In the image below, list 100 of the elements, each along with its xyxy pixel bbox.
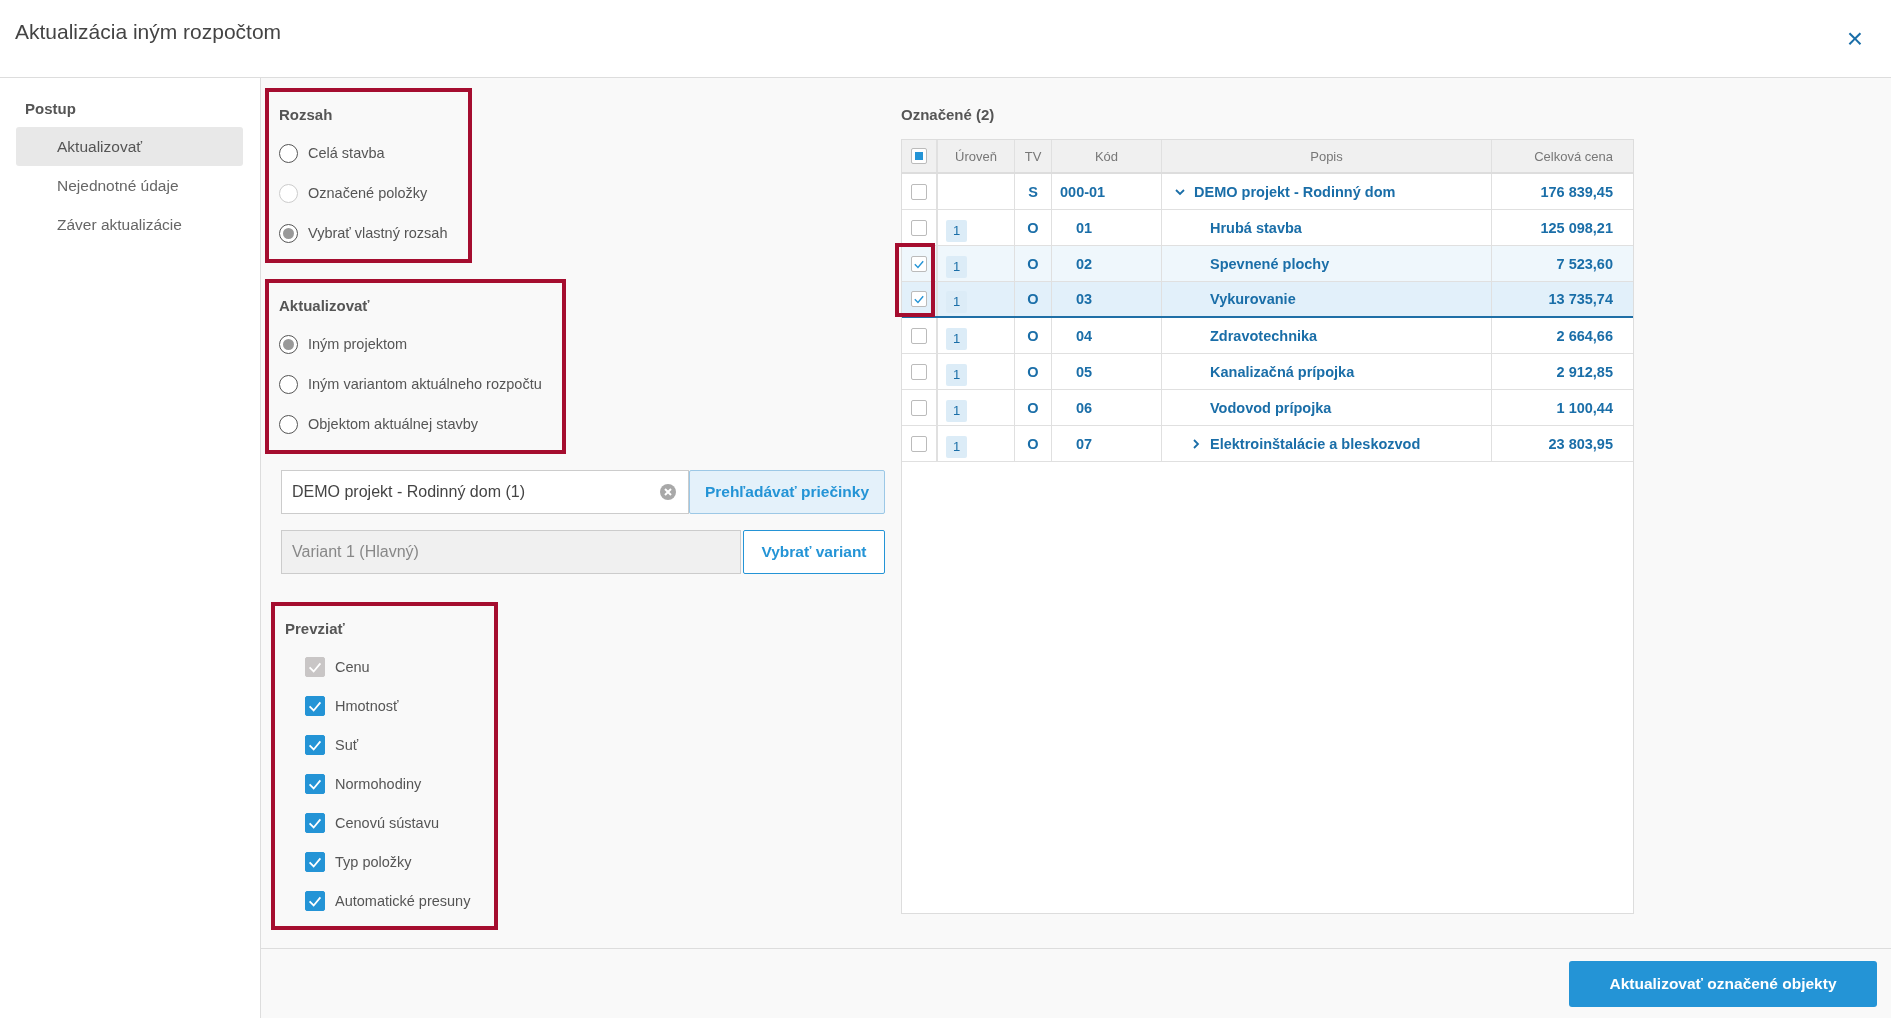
radio-button[interactable]: [279, 334, 298, 354]
table-cell: 125 098,21: [1540, 219, 1613, 236]
table-row[interactable]: 1 O 07 Elektroinštalácie a bleskozvod 23 803,95: [902, 426, 1633, 462]
table-cell: Spevnené plochy: [1210, 255, 1330, 272]
table-cell: O: [1027, 327, 1039, 344]
sidebar-item[interactable]: Nejednotné údaje: [16, 166, 243, 205]
radio-button[interactable]: [279, 414, 298, 434]
option-label: Hmotnosť: [335, 697, 399, 714]
project-field[interactable]: DEMO projekt - Rodinný dom (1): [281, 470, 689, 514]
sidebar-item[interactable]: Aktualizovať: [16, 127, 243, 166]
table-cell: Vodovod prípojka: [1210, 399, 1332, 416]
browse-button[interactable]: Prehľadávať priečinky: [689, 470, 885, 514]
table-cell: O: [1027, 435, 1039, 452]
table-cell: 04: [1076, 327, 1093, 344]
table-cell: 13 735,74: [1548, 291, 1613, 307]
column-header[interactable]: Kód: [1052, 140, 1162, 172]
table-cell: O: [1027, 363, 1039, 380]
table-row[interactable]: 1 O 03 Vykurovanie 13 735,74: [902, 282, 1633, 318]
option-label: Automatické presuny: [335, 892, 471, 909]
option-label: Cenu: [335, 658, 370, 675]
column-header[interactable]: TV: [1015, 140, 1052, 172]
group-heading: Rozsah: [279, 106, 334, 123]
checkbox[interactable]: [305, 812, 325, 833]
radio-button[interactable]: [279, 143, 298, 163]
table-cell: DEMO projekt - Rodinný dom: [1194, 183, 1396, 200]
row-checkbox[interactable]: [911, 435, 927, 452]
select-variant-button[interactable]: Vybrať variant: [743, 530, 885, 574]
radio-button[interactable]: [279, 223, 298, 243]
table-cell: 176 839,45: [1540, 183, 1613, 200]
table-cell: O: [1027, 291, 1039, 307]
table-cell: 01: [1076, 219, 1093, 236]
variant-field[interactable]: Variant 1 (Hlavný): [281, 530, 741, 574]
table-cell: Zdravotechnika: [1210, 327, 1318, 344]
table-cell: 05: [1076, 363, 1093, 380]
row-checkbox[interactable]: [911, 183, 927, 200]
update-button[interactable]: Aktualizovať označené objekty: [1569, 960, 1877, 1007]
level-badge: 1: [946, 327, 968, 350]
row-checkbox[interactable]: [911, 399, 927, 416]
partial-mark: [915, 152, 923, 160]
table-cell: 23 803,95: [1548, 435, 1613, 452]
sidebar-item[interactable]: Záver aktualizácie: [16, 205, 243, 244]
table-cell: Vykurovanie: [1210, 291, 1296, 307]
table-cell: 07: [1076, 435, 1093, 452]
option-label: Normohodiny: [335, 775, 422, 792]
row-checkbox[interactable]: [911, 291, 927, 307]
table-cell: O: [1027, 255, 1039, 272]
row-checkbox[interactable]: [911, 219, 927, 236]
table-row[interactable]: 1 O 05 Kanalizačná prípojka 2 912,85: [902, 354, 1633, 390]
table-cell: Hrubá stavba: [1210, 219, 1302, 236]
radio-button[interactable]: [279, 374, 298, 394]
column-header[interactable]: Popis: [1162, 140, 1492, 172]
chevron-right-icon[interactable]: [1190, 437, 1202, 450]
table-cell: Elektroinštalácie a bleskozvod: [1210, 435, 1421, 452]
checkbox[interactable]: [305, 695, 325, 716]
table-cell: 03: [1076, 291, 1093, 307]
table-cell: O: [1027, 399, 1039, 416]
table-cell: 1 100,44: [1556, 399, 1613, 416]
level-badge: 1: [946, 363, 968, 386]
table-cell: 02: [1076, 255, 1093, 272]
option-label: Celá stavba: [308, 145, 385, 161]
level-badge: 1: [946, 255, 968, 278]
option-label: Vybrať vlastný rozsah: [308, 225, 448, 241]
clear-icon[interactable]: [660, 484, 676, 500]
option-label: Suť: [335, 736, 359, 753]
checkbox[interactable]: [305, 890, 325, 911]
table-row[interactable]: 1 O 04 Zdravotechnika 2 664,66: [902, 318, 1633, 354]
group-heading: Aktualizovať: [279, 297, 371, 314]
table-row[interactable]: S 000-01 DEMO projekt - Rodinný dom 176 839,45: [902, 174, 1633, 210]
table-cell: 000-01: [1060, 183, 1106, 200]
table-row[interactable]: 1 O 06 Vodovod prípojka 1 100,44: [902, 390, 1633, 426]
level-badge: 1: [946, 399, 968, 422]
table-cell: 06: [1076, 399, 1093, 416]
row-checkbox[interactable]: [911, 363, 927, 380]
row-checkbox[interactable]: [911, 255, 927, 272]
level-badge: 1: [946, 219, 968, 242]
dialog-title: Aktualizácia iným rozpočtom: [15, 19, 282, 44]
column-header[interactable]: Celková cena: [1492, 140, 1633, 172]
level-badge: 1: [946, 291, 968, 313]
table-row[interactable]: 1 O 02 Spevnené plochy 7 523,60: [902, 246, 1633, 282]
table-cell: O: [1027, 219, 1039, 236]
row-checkbox[interactable]: [911, 327, 927, 344]
table-cell: 2 664,66: [1556, 327, 1613, 344]
option-label: Iným variantom aktuálneho rozpočtu: [308, 376, 542, 392]
option-label: Cenovú sústavu: [335, 814, 439, 831]
group-heading: Prevziať: [285, 620, 346, 637]
table-cell: 7 523,60: [1556, 255, 1613, 272]
option-label: Typ položky: [335, 853, 412, 870]
checkbox[interactable]: [305, 851, 325, 872]
checkbox[interactable]: [305, 773, 325, 794]
option-label: Iným projektom: [308, 336, 408, 352]
option-label: Objektom aktuálnej stavby: [308, 416, 479, 432]
table-cell: Kanalizačná prípojka: [1210, 363, 1355, 380]
section-heading: Označené (2): [901, 106, 996, 123]
table-cell: 2 912,85: [1556, 363, 1613, 380]
checkbox[interactable]: [305, 734, 325, 755]
column-header[interactable]: Úroveň: [938, 140, 1015, 172]
select-all-checkbox[interactable]: [911, 148, 927, 164]
option-label: Označené položky: [308, 185, 428, 201]
sidebar-heading: Postup: [24, 99, 77, 119]
close-button[interactable]: ×: [1842, 24, 1867, 53]
